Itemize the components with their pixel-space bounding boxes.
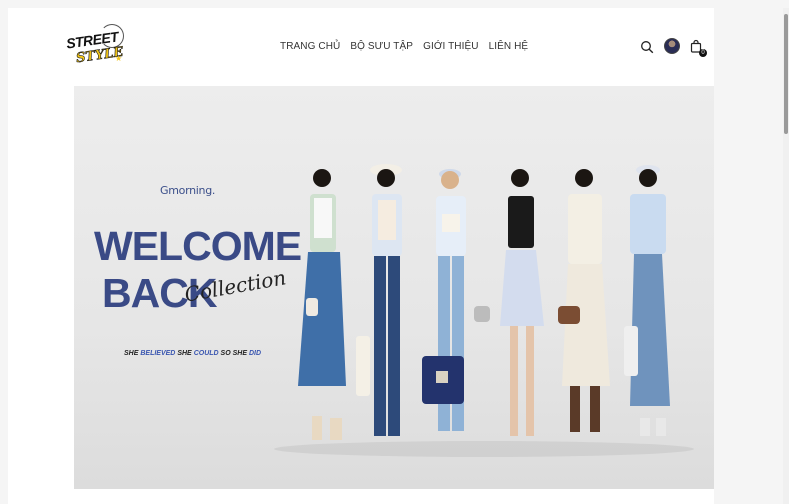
page: STREET STYLE ★ TRANG CHỦ BỘ SƯU TẬP GIỚI… [0, 0, 789, 504]
model-1 [298, 169, 346, 440]
star-icon: ★ [115, 54, 123, 63]
model-4 [474, 169, 544, 436]
model-6 [624, 165, 670, 436]
tagline-word-highlight: BELIEVED [140, 350, 176, 357]
tagline-word: SHE [177, 350, 192, 357]
cart-count-badge: 0 [699, 49, 707, 57]
model-2 [356, 164, 402, 436]
main-nav: TRANG CHỦ BỘ SƯU TẬP GIỚI THIỆU LIÊN HỆ [280, 41, 528, 52]
nav-item-collection[interactable]: BỘ SƯU TẬP [350, 41, 413, 52]
search-icon[interactable] [640, 40, 654, 54]
header-actions: 0 [636, 38, 707, 60]
nav-item-contact[interactable]: LIÊN HỆ [489, 41, 529, 52]
nav-item-home[interactable]: TRANG CHỦ [280, 41, 340, 52]
tagline-word: SO SHE [220, 350, 247, 357]
tagline-word-highlight: DID [248, 350, 261, 357]
site-header: STREET STYLE ★ TRANG CHỦ BỘ SƯU TẬP GIỚI… [65, 8, 707, 86]
tagline-word-highlight: COULD [193, 350, 219, 357]
models-photo [298, 164, 670, 440]
model-5 [558, 169, 610, 432]
hero-greeting: Gmorning. [160, 184, 216, 197]
hero-title-line1: WELCOME [94, 223, 302, 269]
model-3 [422, 169, 466, 431]
tagline-word: SHE [124, 350, 139, 357]
scrollbar[interactable] [783, 8, 789, 504]
scrollbar-thumb[interactable] [784, 14, 788, 134]
hero-tagline: SHE BELIEVED SHE COULD SO SHE DID [124, 350, 261, 357]
avatar[interactable] [664, 38, 680, 54]
brand-logo[interactable]: STREET STYLE ★ [65, 22, 128, 68]
hero-banner[interactable]: Gmorning. WELCOME BACK Collection SHE BE… [74, 86, 714, 489]
nav-item-about[interactable]: GIỚI THIỆU [423, 41, 479, 52]
